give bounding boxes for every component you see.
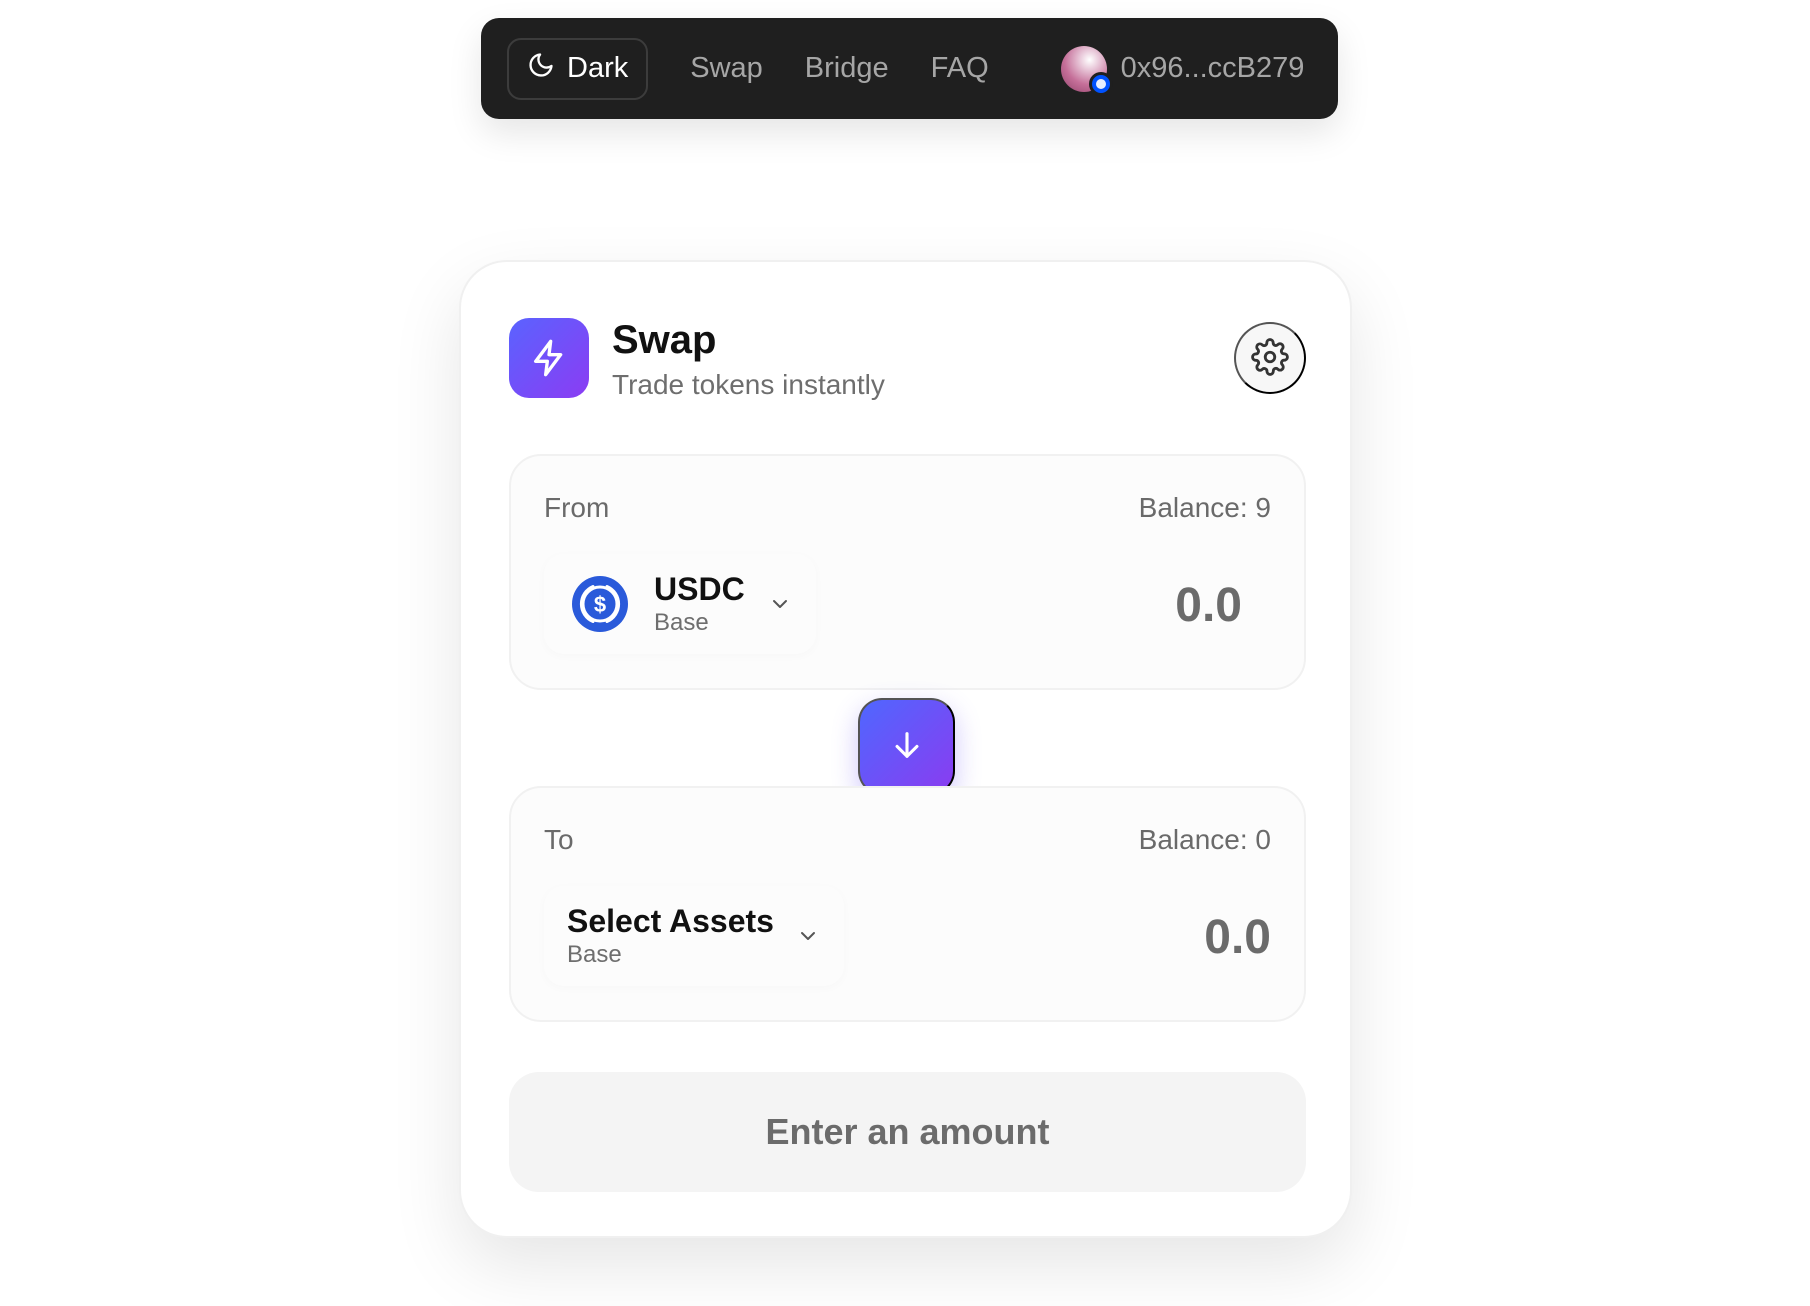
to-balance: Balance: 0 (1138, 824, 1271, 855)
from-token-network: Base (654, 609, 709, 636)
account-button[interactable]: 0x96...ccB279 (1060, 45, 1305, 96)
nav-link-swap[interactable]: Swap (690, 52, 763, 85)
to-amount-input[interactable]: 0.0 (1204, 910, 1271, 965)
swap-direction-button[interactable] (858, 698, 955, 795)
nav-link-bridge[interactable]: Bridge (805, 52, 889, 85)
from-amount-input[interactable]: 0.0 (1175, 578, 1242, 633)
moon-icon (527, 51, 555, 87)
top-navbar: Dark Swap Bridge FAQ 0x96...ccB279 (481, 18, 1338, 119)
from-token-select[interactable]: $ USDC Base (544, 554, 816, 654)
from-balance: Balance: 9 (1138, 492, 1271, 523)
page-subtitle: Trade tokens instantly (612, 369, 885, 400)
page-title: Swap (612, 318, 717, 362)
settings-button[interactable] (1234, 322, 1306, 394)
usdc-icon: $ (572, 576, 628, 632)
to-label: To (544, 824, 574, 855)
chevron-down-icon (768, 592, 792, 616)
from-token-symbol: USDC (654, 571, 745, 607)
enter-amount-button[interactable]: Enter an amount (509, 1072, 1306, 1192)
chevron-down-icon (796, 924, 820, 948)
lightning-icon (509, 318, 589, 398)
to-token-symbol: Select Assets (567, 903, 774, 939)
avatar (1060, 45, 1113, 96)
svg-text:$: $ (594, 592, 606, 617)
from-panel: From Balance: 9 $ USDC Base 0.0 (509, 454, 1306, 690)
to-token-network: Base (567, 941, 622, 968)
from-label: From (544, 492, 610, 523)
arrow-down-icon (890, 728, 924, 765)
wallet-address: 0x96...ccB279 (1120, 52, 1305, 84)
to-panel: To Balance: 0 Select Assets Base 0.0 (509, 786, 1306, 1022)
theme-toggle-label: Dark (567, 52, 629, 84)
theme-toggle-button[interactable]: Dark (507, 37, 649, 100)
nav-link-faq[interactable]: FAQ (931, 52, 989, 85)
base-network-icon (1088, 71, 1113, 96)
to-token-select[interactable]: Select Assets Base (544, 886, 844, 986)
gear-icon (1251, 337, 1289, 379)
swap-card: Swap Trade tokens instantly From Balance… (459, 260, 1352, 1238)
